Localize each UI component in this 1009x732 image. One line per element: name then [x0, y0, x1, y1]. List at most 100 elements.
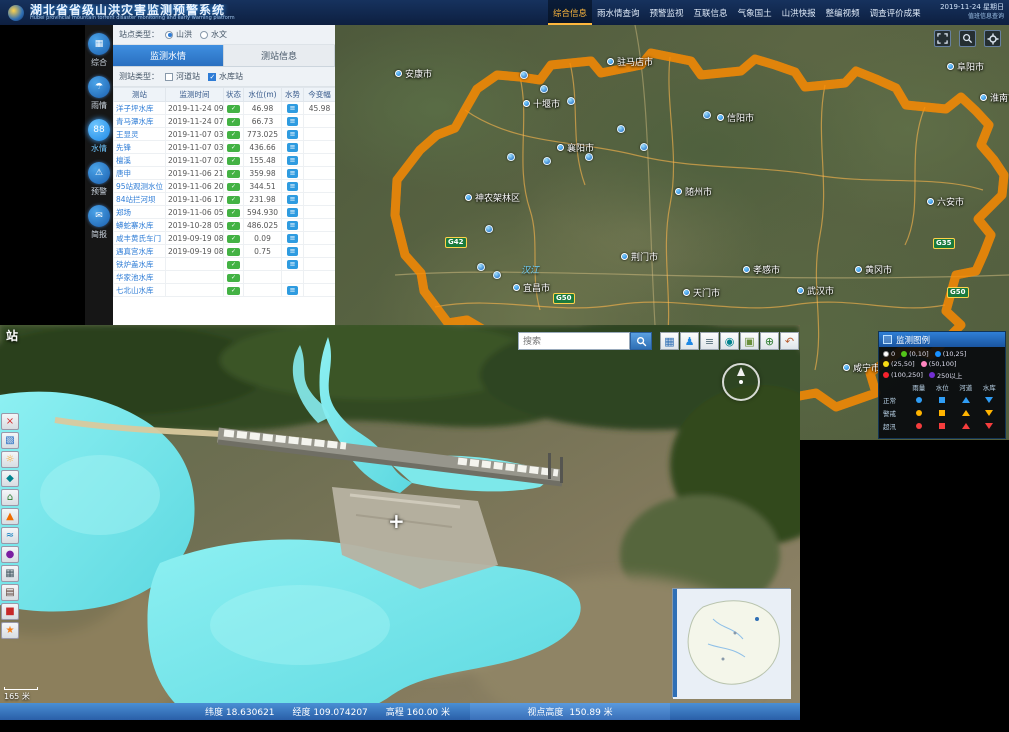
sidebar-item-预警[interactable]: ⚠预警: [88, 162, 110, 197]
city-label-咸宁市: 咸宁市: [843, 361, 880, 374]
water-trend-icon: ≡: [287, 286, 298, 295]
home-tool-icon[interactable]: ⌂: [1, 489, 19, 506]
list-button[interactable]: ≡: [700, 332, 719, 350]
table-row[interactable]: 95站观测水位2019-11-06 20✓344.51≡: [114, 180, 336, 193]
table-row[interactable]: 咸丰黄氏车门2019-09-19 08✓0.09≡: [114, 232, 336, 245]
city-label-随州市: 随州市: [675, 185, 712, 198]
table-row[interactable]: 王显灵2019-11-07 03✓773.025≡: [114, 128, 336, 141]
eye-button[interactable]: ◉: [720, 332, 739, 350]
city-dot-icon: [947, 63, 954, 70]
status-ok-badge: ✓: [227, 144, 240, 152]
nav-item-雨水情查询[interactable]: 雨水情查询: [592, 0, 645, 25]
table-row[interactable]: 蟒蛇寨水库2019-10-28 05✓486.025≡: [114, 219, 336, 232]
undo-button[interactable]: ↶: [780, 332, 799, 350]
checkbox-河道站[interactable]: 河道站: [165, 71, 200, 82]
station-marker-icon[interactable]: [485, 225, 493, 233]
search-submit-button[interactable]: [630, 332, 652, 350]
water-tool-icon[interactable]: ≈: [1, 527, 19, 544]
legend-symbol: [954, 410, 978, 416]
table-row[interactable]: 华家池水库✓: [114, 271, 336, 284]
monitor-time-cell: 2019-09-19 08: [166, 245, 224, 258]
sidebar-item-综合[interactable]: ▦综合: [88, 33, 110, 68]
basemap-tool-icon[interactable]: ▧: [1, 432, 19, 449]
bookmark-tool-icon[interactable]: ★: [1, 622, 19, 639]
table-row[interactable]: 先锋2019-11-07 03✓436.66≡: [114, 141, 336, 154]
city-name: 宜昌市: [523, 281, 550, 294]
overview-inset-map[interactable]: [672, 588, 790, 698]
status-cell: ✓: [224, 128, 244, 141]
trend-cell: ≡: [282, 258, 304, 271]
station-marker-icon[interactable]: [703, 111, 711, 119]
layers-button[interactable]: ▦: [660, 332, 679, 350]
rain-legend-item: (0,10]: [901, 350, 929, 358]
monitor-time-cell: [166, 284, 224, 297]
status-经度: 经度 109.074207: [293, 705, 368, 718]
legend-column-河道: 河道: [954, 382, 978, 392]
person-locate-button[interactable]: ♟: [680, 332, 699, 350]
inset-collapse-bar[interactable]: [673, 589, 677, 697]
table-row[interactable]: 唐申2019-11-06 21✓359.98≡: [114, 167, 336, 180]
close-tool-icon[interactable]: ×: [1, 413, 19, 430]
terrain-tool-icon[interactable]: ▲: [1, 508, 19, 525]
city-dot-icon: [927, 198, 934, 205]
globe-button[interactable]: ⊕: [760, 332, 779, 350]
station-marker-icon[interactable]: [507, 153, 515, 161]
station-marker-icon[interactable]: [543, 157, 551, 165]
city-name: 武汉市: [807, 284, 834, 297]
gauge-type-filter-label: 测站类型：: [119, 71, 159, 82]
sidebar-item-简报[interactable]: ✉简报: [88, 205, 110, 240]
mark-tool-icon[interactable]: ●: [1, 546, 19, 563]
legend-header[interactable]: 监测图例: [879, 332, 1005, 347]
nav-item-整编视频[interactable]: 整编视频: [821, 0, 865, 25]
map-search-button[interactable]: [959, 30, 976, 47]
table-row[interactable]: 84站拦河坝2019-11-06 17✓231.98≡: [114, 193, 336, 206]
table-row[interactable]: 七北山水库✓≡: [114, 284, 336, 297]
snapshot-button[interactable]: ▣: [740, 332, 759, 350]
legend-symbol: [907, 423, 931, 429]
station-marker-icon[interactable]: [585, 153, 593, 161]
water-trend-icon: ≡: [287, 182, 298, 191]
change-cell: [304, 128, 336, 141]
layers-tool-icon[interactable]: ◆: [1, 470, 19, 487]
sidebar-item-水情[interactable]: 88水情: [88, 119, 110, 154]
station-marker-icon[interactable]: [493, 271, 501, 279]
nav-item-山洪快报[interactable]: 山洪快报: [777, 0, 821, 25]
legend-symbol: [931, 410, 955, 416]
table-row[interactable]: 郑场2019-11-06 05✓594.930≡: [114, 206, 336, 219]
table-row[interactable]: 遇真宫水库2019-09-19 08✓0.75≡: [114, 245, 336, 258]
grid-tool-icon[interactable]: ▦: [1, 565, 19, 582]
table-row[interactable]: 铁炉盖水库✓≡: [114, 258, 336, 271]
nav-item-气象国土[interactable]: 气象国土: [733, 0, 777, 25]
compass-control[interactable]: [722, 363, 760, 401]
brightness-tool-icon[interactable]: ☼: [1, 451, 19, 468]
fullscreen-button[interactable]: [934, 30, 951, 47]
checkbox-水库站[interactable]: 水库站: [208, 71, 243, 82]
nav-item-互联信息[interactable]: 互联信息: [689, 0, 733, 25]
stop-tool-icon[interactable]: ■: [1, 603, 19, 620]
station-marker-icon[interactable]: [567, 97, 575, 105]
radio-山洪[interactable]: 山洪: [165, 29, 192, 40]
nav-item-预警监视[interactable]: 预警监视: [645, 0, 689, 25]
search-input[interactable]: [518, 332, 630, 350]
radio-水文[interactable]: 水文: [200, 29, 227, 40]
table-row[interactable]: 檀溪2019-11-07 02✓155.48≡: [114, 154, 336, 167]
station-marker-icon[interactable]: [477, 263, 485, 271]
nav-item-综合信息[interactable]: 综合信息: [548, 0, 592, 25]
station-marker-icon[interactable]: [520, 71, 528, 79]
sidebar-item-雨情[interactable]: ☂雨情: [88, 76, 110, 111]
report-tool-icon[interactable]: ▤: [1, 584, 19, 601]
nav-item-调查评价成果[interactable]: 调查评价成果: [865, 0, 926, 25]
station-marker-icon[interactable]: [540, 85, 548, 93]
table-row[interactable]: 青马潭水库2019-11-24 07✓66.73≡: [114, 115, 336, 128]
left-sidebar: ▦综合 ☂雨情 88水情 ⚠预警 ✉简报: [85, 25, 113, 325]
status-ok-badge: ✓: [227, 157, 240, 165]
station-marker-icon[interactable]: [640, 143, 648, 151]
station-marker-icon[interactable]: [617, 125, 625, 133]
locate-button[interactable]: [984, 30, 1001, 47]
tab-监测水情[interactable]: 监测水情: [113, 45, 224, 66]
city-name: 荆门市: [631, 250, 658, 263]
station-name-cell: 唐申: [114, 167, 166, 180]
tab-测站信息[interactable]: 测站信息: [224, 45, 335, 66]
table-row[interactable]: 洋子坪水库2019-11-24 09✓46.98≡45.98: [114, 102, 336, 115]
city-dot-icon: [797, 287, 804, 294]
